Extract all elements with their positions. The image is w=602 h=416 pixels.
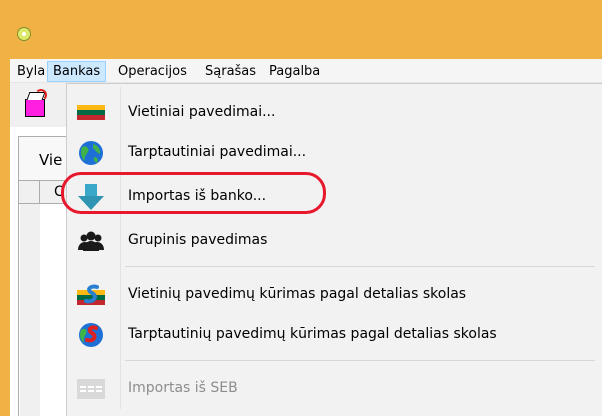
menu-item-label: Grupinis pavedimas <box>128 232 268 248</box>
window-frame-left <box>0 59 10 416</box>
download-arrow-icon <box>78 184 104 210</box>
menu-operacijos[interactable]: Operacijos <box>113 61 192 82</box>
menu-item-importas-is-seb[interactable]: Importas iš SEB <box>69 370 601 408</box>
menu-item-tarptautiniai-pavedimai[interactable]: Tarptautiniai pavedimai... <box>69 134 601 172</box>
menu-bar: Byla Bankas Operacijos Sąrašas Pagalba <box>10 59 602 83</box>
bankas-dropdown-menu: Vietiniai pavedimai... Tarptautiniai pav… <box>66 83 602 416</box>
menu-item-label: Vietiniai pavedimai... <box>128 104 276 120</box>
grid-header-separator <box>39 181 40 203</box>
menu-item-label: Importas iš banko... <box>128 188 267 204</box>
menu-pagalba[interactable]: Pagalba <box>264 61 325 82</box>
menu-item-label: Tarptautiniai pavedimai... <box>128 144 307 160</box>
globe-s-icon <box>79 323 103 347</box>
menu-item-importas-is-banko[interactable]: Importas iš banko... <box>69 178 601 216</box>
menu-item-label: Tarptautinių pavedimų kūrimas pagal deta… <box>128 326 497 342</box>
open-box-icon <box>25 99 45 117</box>
menu-item-vietiniu-pavedimu-kurimas[interactable]: Vietinių pavedimų kūrimas pagal detalias… <box>69 276 601 314</box>
flag-s-icon <box>77 284 105 305</box>
toolbar-open-box-button[interactable] <box>18 89 50 119</box>
menu-item-vietiniai-pavedimai[interactable]: Vietiniai pavedimai... <box>69 94 601 132</box>
menu-separator <box>125 360 595 361</box>
globe-icon <box>79 141 103 165</box>
grid-header-label[interactable]: C <box>54 184 64 200</box>
menu-sarasas[interactable]: Sąrašas <box>200 61 261 82</box>
menu-item-grupinis-pavedimas[interactable]: Grupinis pavedimas <box>69 222 601 260</box>
menu-byla[interactable]: Byla <box>12 61 50 82</box>
menu-separator <box>125 266 595 267</box>
group-users-icon <box>78 231 104 251</box>
menu-item-label: Importas iš SEB <box>128 380 238 396</box>
seb-logo-icon <box>77 379 105 399</box>
menu-item-label: Vietinių pavedimų kūrimas pagal detalias… <box>128 286 467 302</box>
menu-item-tarptautiniu-pavedimu-kurimas[interactable]: Tarptautinių pavedimų kūrimas pagal deta… <box>69 316 601 354</box>
content-tab-label: Vie <box>39 151 63 169</box>
app-icon[interactable] <box>17 27 31 41</box>
menu-bankas[interactable]: Bankas <box>47 61 107 82</box>
grid-row-header-column <box>20 204 40 416</box>
lithuania-flag-icon <box>77 105 105 120</box>
title-bar <box>0 0 602 59</box>
refresh-arrow-icon <box>35 89 47 101</box>
